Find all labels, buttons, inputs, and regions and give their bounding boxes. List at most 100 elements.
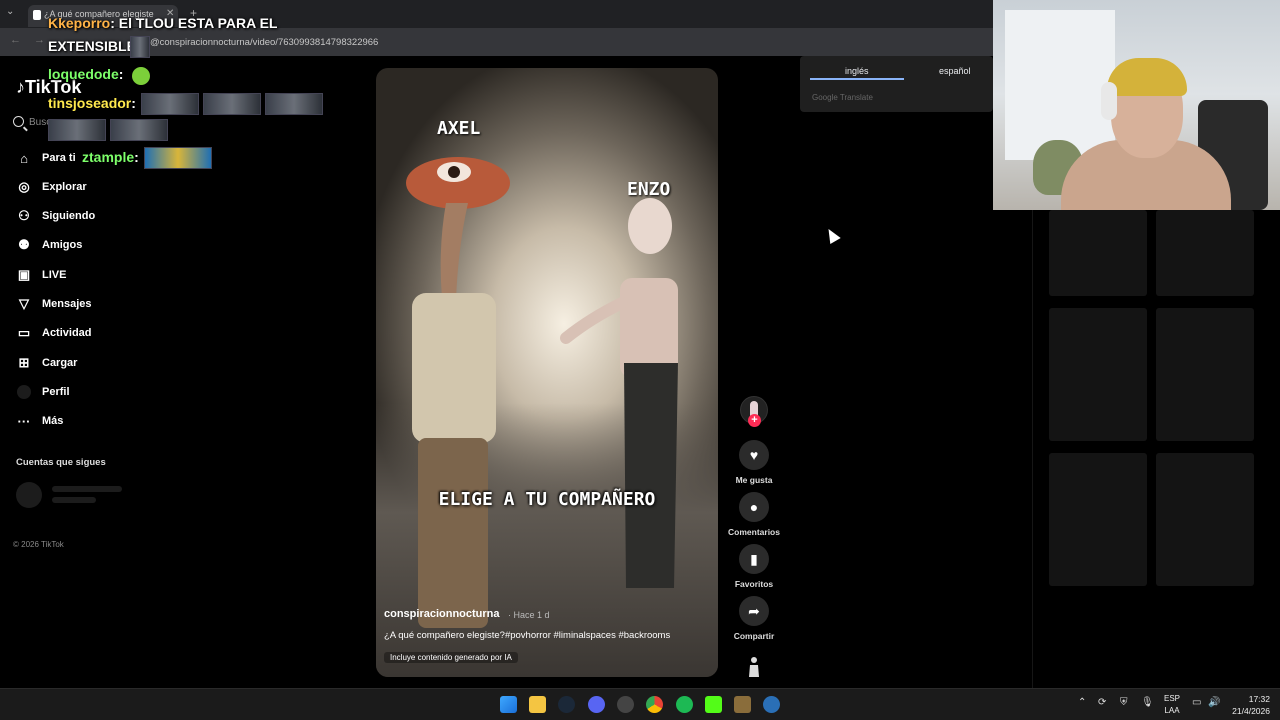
webcam-overlay bbox=[993, 0, 1280, 210]
live-icon: ▣ bbox=[17, 267, 31, 282]
video-card-placeholder[interactable] bbox=[1049, 453, 1147, 586]
tray-sync-icon[interactable]: ⟳ bbox=[1098, 697, 1106, 708]
nav-label: Para ti bbox=[42, 152, 76, 164]
chat-emote bbox=[141, 93, 199, 115]
nav-item-cargar[interactable]: ⊞ Cargar bbox=[16, 352, 186, 374]
search-icon[interactable] bbox=[13, 116, 24, 127]
favorites-label: Favoritos bbox=[734, 579, 774, 589]
tray-shield-icon[interactable]: ⛨ bbox=[1120, 697, 1128, 708]
nav-label: Amigos bbox=[42, 239, 83, 251]
more-icon: ··· bbox=[17, 413, 31, 429]
video-figures bbox=[406, 157, 678, 628]
tray-monitor-icon[interactable]: ▭ bbox=[1192, 697, 1201, 708]
favorites-button[interactable]: ▮ Favoritos bbox=[726, 544, 782, 589]
video-card-placeholder[interactable] bbox=[1156, 308, 1254, 441]
tiktok-favicon-icon bbox=[33, 10, 41, 20]
kick-icon[interactable] bbox=[705, 696, 722, 713]
creator-name[interactable]: conspiracionnocturna bbox=[384, 608, 500, 620]
translate-brand: Google Translate bbox=[812, 93, 873, 102]
nav-item-explorar[interactable]: ◎ Explorar bbox=[16, 176, 186, 198]
translate-tab-english[interactable]: inglés bbox=[845, 66, 869, 76]
tray-chevron-icon[interactable]: ⌃ bbox=[1078, 697, 1086, 708]
tiktok-note-icon: ♪ bbox=[16, 77, 25, 97]
following-avatar-placeholder bbox=[16, 482, 42, 508]
forward-icon[interactable]: → bbox=[34, 34, 45, 46]
ai-content-note: Incluye contenido generado por IA bbox=[384, 652, 518, 663]
profile-icon bbox=[16, 384, 32, 400]
nav-label: Más bbox=[42, 415, 64, 427]
taskbar-clock[interactable]: 17:32 21/4/2026 bbox=[1228, 693, 1270, 717]
nav-label: Perfil bbox=[42, 386, 70, 398]
right-divider bbox=[1032, 210, 1033, 688]
comment-icon: ● bbox=[739, 492, 769, 522]
translate-popup: inglés español Google Translate bbox=[800, 56, 993, 112]
person-icon: ⚇ bbox=[18, 208, 30, 223]
upload-icon: ⊞ bbox=[18, 355, 30, 370]
compass-icon: ◎ bbox=[18, 179, 30, 194]
tab-list-icon[interactable]: ⌄ bbox=[6, 6, 14, 17]
language-indicator[interactable]: ESP LAA bbox=[1164, 693, 1180, 717]
webcam-headset bbox=[1101, 82, 1117, 120]
follow-plus-icon[interactable]: + bbox=[748, 414, 761, 427]
chat-message: tinsjoseador: bbox=[48, 95, 136, 111]
windows-start-icon[interactable] bbox=[500, 696, 517, 713]
video-card-placeholder[interactable] bbox=[1156, 453, 1254, 586]
nav-item-mas[interactable]: ··· Más bbox=[16, 410, 186, 432]
chat-emote bbox=[130, 36, 150, 58]
spotify-icon[interactable] bbox=[676, 696, 693, 713]
minecraft-icon[interactable] bbox=[734, 696, 751, 713]
webcam-beanie bbox=[1107, 58, 1187, 96]
following-title: Cuentas que sigues bbox=[16, 457, 106, 468]
heart-icon: ♥ bbox=[739, 440, 769, 470]
nav-label: Siguiendo bbox=[42, 210, 96, 222]
following-name-placeholder bbox=[52, 486, 122, 492]
nav-item-actividad[interactable]: ▭ Actividad bbox=[16, 322, 186, 344]
nav-item-mensajes[interactable]: ▽ Mensajes bbox=[16, 293, 186, 315]
mouse-cursor-icon bbox=[823, 225, 841, 245]
sound-avatar-icon[interactable] bbox=[745, 656, 763, 678]
activity-icon: ▭ bbox=[17, 325, 31, 340]
chat-emote bbox=[132, 67, 150, 85]
chat-emote bbox=[48, 119, 106, 141]
post-date: · Hace 1 d bbox=[508, 610, 550, 620]
tray-volume-icon[interactable]: 🔊 bbox=[1208, 697, 1220, 708]
chat-message: ztample: bbox=[82, 149, 139, 165]
video-card-placeholder[interactable] bbox=[1049, 308, 1147, 441]
chrome-icon[interactable] bbox=[646, 696, 663, 713]
video-description[interactable]: ¿A qué compañero elegiste?#povhorror #li… bbox=[384, 630, 670, 641]
chat-emote bbox=[144, 147, 212, 169]
bookmark-icon: ▮ bbox=[739, 544, 769, 574]
nav-label: Explorar bbox=[42, 181, 87, 193]
nav-item-live[interactable]: ▣ LIVE bbox=[16, 264, 186, 286]
translate-active-underline bbox=[810, 78, 904, 80]
discord-icon[interactable] bbox=[588, 696, 605, 713]
taskbar: ⌃ ⟳ ⛨ 🎙 ESP LAA ▭ 🔊 17:32 21/4/2026 bbox=[0, 688, 1280, 720]
chat-emote bbox=[203, 93, 261, 115]
nav-item-perfil[interactable]: Perfil bbox=[16, 381, 186, 403]
webcam-window bbox=[1005, 10, 1115, 160]
back-icon[interactable]: ← bbox=[10, 34, 21, 46]
tray-mic-icon[interactable]: 🎙 bbox=[1141, 697, 1154, 708]
video-card-placeholder[interactable] bbox=[1156, 210, 1254, 296]
file-explorer-icon[interactable] bbox=[529, 696, 546, 713]
video-card-placeholder[interactable] bbox=[1049, 210, 1147, 296]
steam-icon[interactable] bbox=[558, 696, 575, 713]
app-icon[interactable] bbox=[763, 696, 780, 713]
like-button[interactable]: ♥ Me gusta bbox=[726, 440, 782, 485]
url-field[interactable]: @conspiracionnocturna/video/763099381479… bbox=[150, 37, 378, 48]
share-icon: ➦ bbox=[739, 596, 769, 626]
comments-button[interactable]: ● Comentarios bbox=[726, 492, 782, 537]
label-enzo: ENZO bbox=[627, 179, 671, 200]
chat-message: Kkeporro: El TLOU ESTA PARA EL bbox=[48, 15, 278, 31]
video-player[interactable]: AXEL ENZO ELIGE A TU COMPAÑERO conspirac… bbox=[376, 68, 718, 677]
share-button[interactable]: ➦ Compartir bbox=[726, 596, 782, 641]
comments-label: Comentarios bbox=[728, 527, 780, 537]
obs-icon[interactable] bbox=[617, 696, 634, 713]
translate-tab-spanish[interactable]: español bbox=[939, 66, 971, 76]
nav-item-siguiendo[interactable]: ⚇ Siguiendo bbox=[16, 205, 186, 227]
friends-icon: ⚉ bbox=[18, 237, 30, 252]
video-caption: ELIGE A TU COMPAÑERO bbox=[438, 489, 656, 510]
nav-label: Actividad bbox=[42, 327, 92, 339]
nav-label: Cargar bbox=[42, 357, 78, 369]
nav-item-amigos[interactable]: ⚉ Amigos bbox=[16, 234, 186, 256]
